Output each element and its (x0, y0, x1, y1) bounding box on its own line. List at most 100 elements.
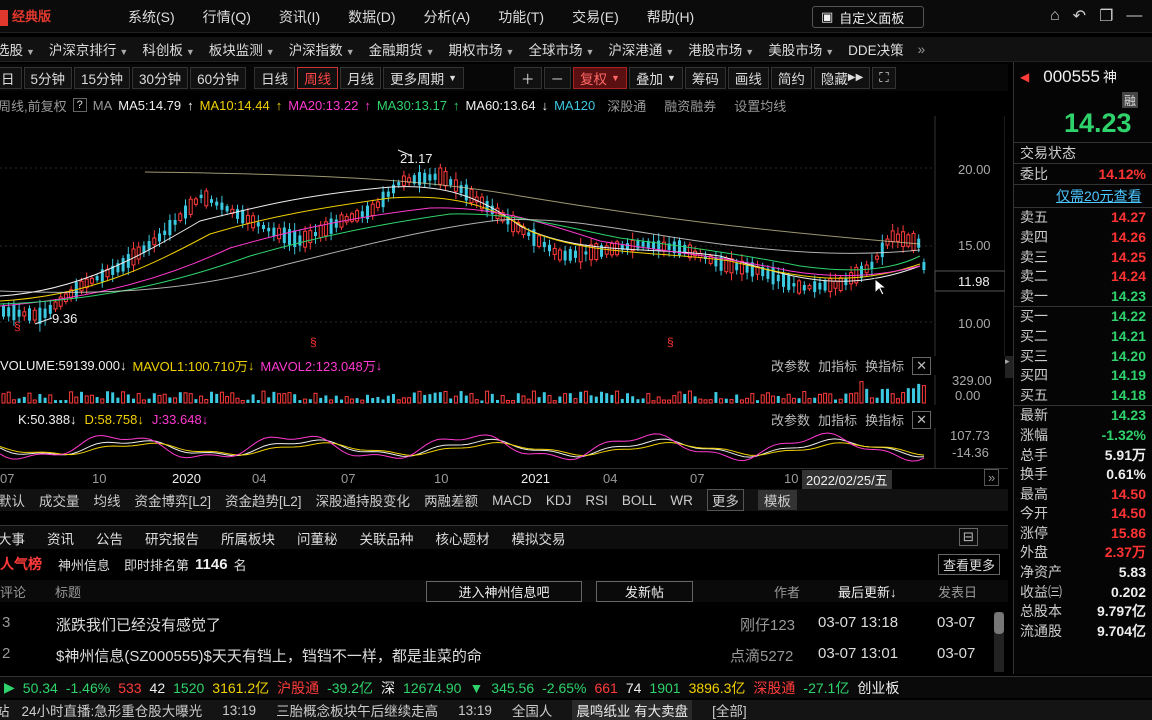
change-params-button[interactable]: 改参数 (771, 356, 810, 375)
ind-tab-template[interactable]: 模板 (757, 490, 797, 510)
minimize-panel-icon[interactable]: ⊟ (958, 528, 978, 546)
tab-core-topics[interactable]: 核心题材 (436, 528, 490, 548)
dividend-marker[interactable]: § (310, 335, 317, 349)
nav-item[interactable]: 美股市场 ▼ (768, 39, 834, 59)
see-more-button[interactable]: 查看更多 (937, 554, 1000, 575)
nav-item[interactable]: 金融期货 ▼ (369, 39, 435, 59)
period-daily[interactable]: 日线 (254, 66, 296, 89)
ind-tab-ma[interactable]: 均线 (94, 490, 121, 510)
ind-tab-trend[interactable]: 资金趋势[L2] (225, 490, 302, 510)
nav-item[interactable]: DDE决策 (848, 39, 904, 59)
period-60min[interactable]: 60分钟 (190, 66, 247, 89)
news-all-button[interactable]: [全部] (712, 700, 747, 720)
menu-trade[interactable]: 交易(E) (572, 7, 619, 27)
ind-tab-boll[interactable]: BOLL (622, 493, 657, 508)
nav-item[interactable]: 板块监测 ▼ (209, 39, 275, 59)
ind-tab-capital[interactable]: 资金博弈[L2] (135, 490, 212, 510)
row-title[interactable]: 涨跌我们已经没有感觉了 (56, 614, 221, 635)
sgt-button[interactable]: 深股通 (607, 96, 646, 115)
news-item[interactable]: 24小时直播:急形重仓股大曝光 (22, 700, 203, 720)
new-post-button[interactable]: 发新帖 (596, 581, 693, 602)
scrollbar-thumb[interactable] (994, 612, 1004, 634)
more-periods-dropdown[interactable]: 更多周期 ▼ (383, 66, 465, 89)
home-icon[interactable]: ⌂ (1050, 7, 1060, 25)
ticker-sgt-label[interactable]: 深股通 (753, 678, 795, 698)
dividend-marker[interactable]: § (667, 335, 674, 349)
menu-analysis[interactable]: 分析(A) (424, 7, 471, 27)
tab-ask-secretary[interactable]: 问董秘 (297, 528, 338, 548)
tab-news[interactable]: 资讯 (47, 528, 74, 548)
tab-events[interactable]: 大事 (0, 528, 25, 548)
col-last-update[interactable]: 最后更新↓ (838, 582, 897, 601)
simple-button[interactable]: 简约 (770, 66, 812, 89)
row-title[interactable]: $神州信息(SZ000555)$天天有铛上，铛铛不一样，都是韭菜的命 (56, 645, 482, 666)
back-icon[interactable]: ↶ (1073, 6, 1086, 26)
ind-tab-kdj[interactable]: KDJ (546, 493, 572, 508)
menu-info[interactable]: 资讯(I) (279, 7, 320, 27)
ind-tab-rsi[interactable]: RSI (585, 493, 608, 508)
custom-panel-button[interactable]: ▣ 自定义面板 (812, 6, 924, 28)
nav-item[interactable]: 沪深港通 ▼ (608, 39, 674, 59)
period-day[interactable]: 日 (0, 66, 22, 89)
period-15min[interactable]: 15分钟 (74, 66, 131, 89)
switch-indicator-button[interactable]: 换指标 (865, 356, 904, 375)
tab-sim-trade[interactable]: 模拟交易 (512, 528, 566, 548)
volume-chart[interactable]: 329.00 0.00 (0, 375, 1005, 405)
enter-forum-button[interactable]: 进入神州信息吧 (426, 581, 582, 602)
col-comments[interactable]: 评论 (0, 582, 26, 601)
add-indicator-button[interactable]: 加指标 (818, 356, 857, 375)
ind-tab-default[interactable]: 默认 (0, 490, 25, 510)
period-30min[interactable]: 30分钟 (132, 66, 189, 89)
col-author[interactable]: 作者 (774, 582, 800, 601)
promo-text[interactable]: 仅需20元查看 (1056, 186, 1142, 206)
close-icon[interactable]: ✕ (912, 410, 931, 429)
margin-button[interactable]: 融资融券 (664, 96, 716, 115)
nav-item[interactable]: 港股市场 ▼ (688, 39, 754, 59)
ind-tab-margin[interactable]: 两融差额 (424, 490, 478, 510)
draw-line-button[interactable]: 画线 (727, 66, 769, 89)
ma-settings-button[interactable]: 设置均线 (734, 96, 786, 115)
col-title[interactable]: 标题 (55, 582, 81, 601)
kdj-chart[interactable]: 107.73 -14.36 (0, 428, 1005, 468)
minimize-icon[interactable]: — (1126, 7, 1142, 25)
candlestick-chart[interactable]: 21.17 9.36 § § § 20.00 15.00 11.98 10.00 (0, 116, 1005, 356)
close-icon[interactable]: ✕ (912, 356, 931, 375)
zoom-out-button[interactable]: － (543, 66, 572, 89)
period-5min[interactable]: 5分钟 (23, 66, 73, 89)
table-row[interactable]: 2 $神州信息(SZ000555)$天天有铛上，铛铛不一样，都是韭菜的命 点滴5… (0, 641, 1008, 671)
menu-function[interactable]: 功能(T) (498, 7, 544, 27)
period-weekly[interactable]: 周线 (297, 66, 339, 89)
nav-more-icon[interactable]: » (918, 42, 926, 57)
menu-help[interactable]: 帮助(H) (647, 7, 694, 27)
chips-button[interactable]: 筹码 (684, 66, 726, 89)
ind-tab-macd[interactable]: MACD (492, 493, 532, 508)
tab-announcements[interactable]: 公告 (96, 528, 123, 548)
nav-item[interactable]: 选股▼ (0, 39, 35, 59)
ind-tab-volume[interactable]: 成交量 (39, 490, 80, 510)
promo-link[interactable]: 仅需20元查看 (1014, 183, 1152, 208)
adjust-dropdown[interactable]: 复权 ▼ (573, 66, 627, 89)
period-monthly[interactable]: 月线 (340, 66, 382, 89)
news-station[interactable]: 站 (0, 700, 10, 720)
panel-collapse-handle[interactable]: ▸ (1005, 356, 1013, 378)
overlay-dropdown[interactable]: 叠加 ▼ (628, 66, 683, 89)
scrollbar[interactable] (994, 612, 1004, 672)
news-item[interactable]: 三胎概念板块午后继续走高 (276, 700, 438, 720)
nav-item[interactable]: 期权市场 ▼ (449, 39, 515, 59)
hide-button[interactable]: 隐藏 ▶▶ (813, 66, 871, 89)
news-item[interactable]: 全国人 (512, 700, 553, 720)
prev-stock-icon[interactable]: ◀ (1020, 70, 1029, 84)
ticker-hgt-label[interactable]: 沪股通 (277, 678, 319, 698)
tab-research[interactable]: 研究报告 (145, 528, 199, 548)
restore-icon[interactable]: ❐ (1099, 6, 1113, 26)
help-icon[interactable]: ? (72, 98, 87, 112)
ind-tab-more[interactable]: 更多 (706, 489, 744, 511)
table-row[interactable]: 3 涨跌我们已经没有感觉了 刚仔123 03-07 13:18 03-07 (0, 610, 1008, 640)
nav-item[interactable]: 沪深指数 ▼ (289, 39, 355, 59)
nav-item[interactable]: 全球市场 ▼ (528, 39, 594, 59)
tab-related[interactable]: 关联品种 (360, 528, 414, 548)
change-params-button[interactable]: 改参数 (771, 410, 810, 429)
fullscreen-icon[interactable]: ⛶ (872, 66, 896, 89)
menu-data[interactable]: 数据(D) (348, 7, 395, 27)
col-post-date[interactable]: 发表日 (938, 582, 977, 601)
